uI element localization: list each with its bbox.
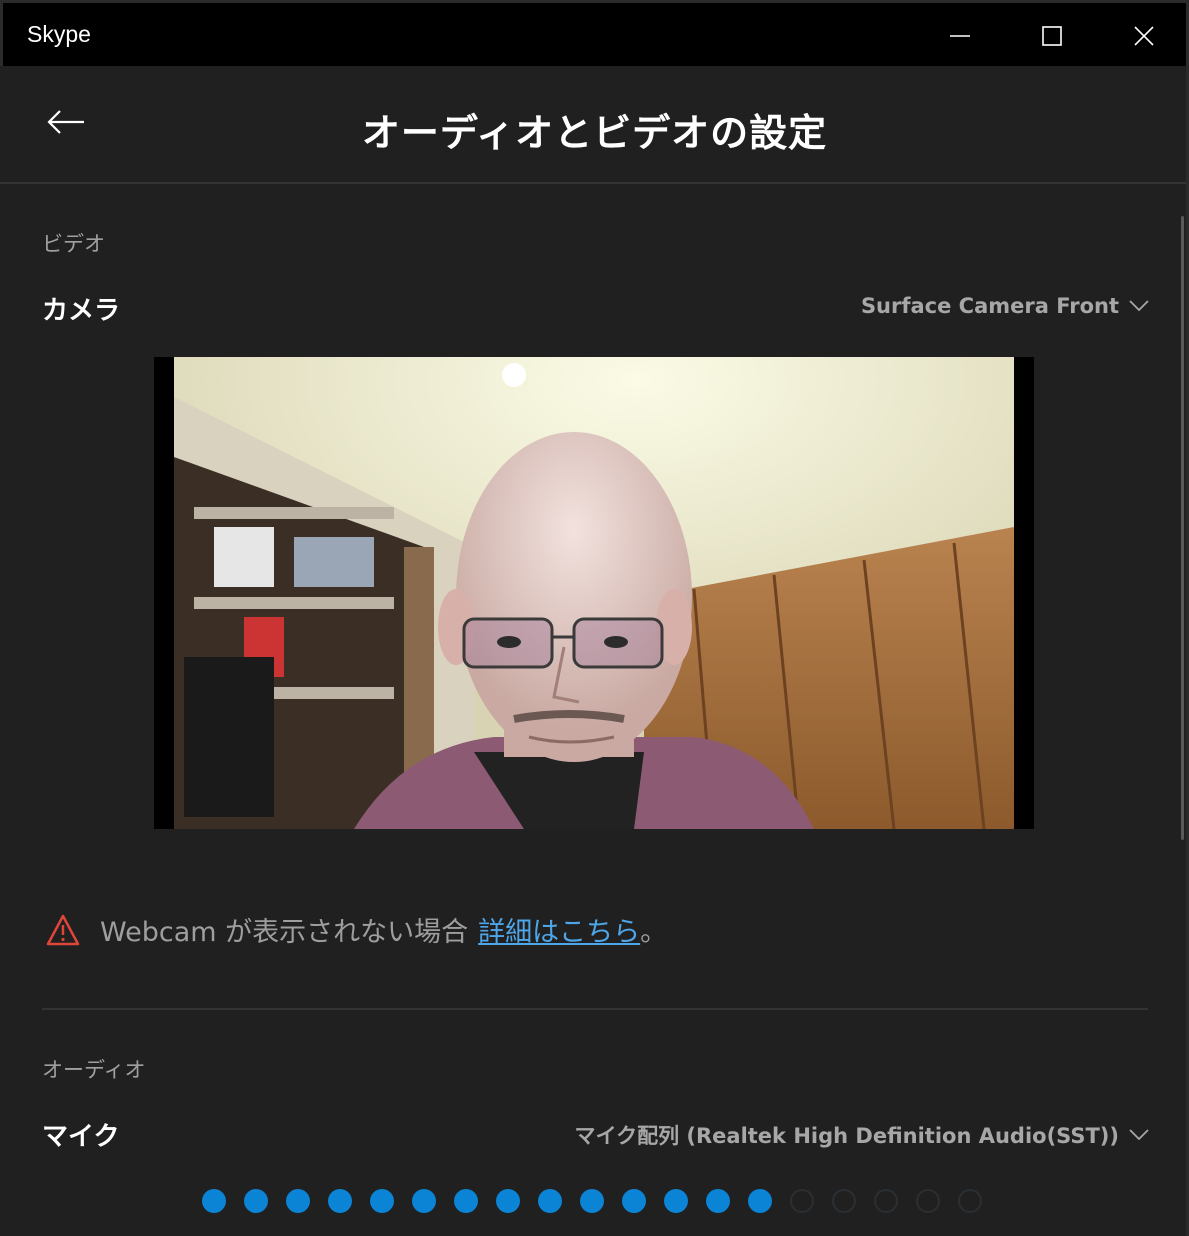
camera-label: カメラ xyxy=(42,296,121,326)
mic-level-dot xyxy=(412,1189,436,1213)
mic-level-dot xyxy=(496,1189,520,1213)
warning-text: Webcam が表示されない場合 xyxy=(100,917,469,948)
mic-level-dot xyxy=(874,1189,898,1213)
section-divider xyxy=(42,1008,1148,1010)
mic-dropdown[interactable]: マイク配列 (Realtek High Definition Audio(SST… xyxy=(575,1120,1150,1150)
mic-level-dot xyxy=(328,1189,352,1213)
scrollbar[interactable] xyxy=(1181,216,1184,840)
close-button[interactable] xyxy=(1098,3,1189,69)
mic-level-dot xyxy=(286,1189,310,1213)
mic-level-dot xyxy=(664,1189,688,1213)
camera-preview xyxy=(174,357,1014,829)
warning-suffix: 。 xyxy=(640,917,668,948)
mic-selected-value: マイク配列 (Realtek High Definition Audio(SST… xyxy=(574,1124,1120,1148)
warning-icon xyxy=(46,914,80,946)
mic-level-dot xyxy=(244,1189,268,1213)
camera-preview-frame xyxy=(154,357,1034,829)
maximize-button[interactable] xyxy=(1006,3,1098,69)
minimize-icon xyxy=(950,35,970,37)
skype-window: Skype オーディオとビデオの設定 ビデオ カメラ Surface Camer… xyxy=(0,0,1189,1236)
video-section-label: ビデオ xyxy=(42,232,105,256)
chevron-down-icon xyxy=(1129,1129,1149,1141)
mic-level-dot xyxy=(454,1189,478,1213)
mic-level-dot xyxy=(832,1189,856,1213)
mic-level-dot xyxy=(370,1189,394,1213)
app-title: Skype xyxy=(27,21,91,47)
webcam-warning: Webcam が表示されない場合 詳細はこちら 。 xyxy=(46,910,667,949)
mic-level-dot xyxy=(748,1189,772,1213)
settings-header: オーディオとビデオの設定 xyxy=(0,66,1189,184)
mic-level-dot xyxy=(202,1189,226,1213)
camera-selected-value: Surface Camera Front xyxy=(860,294,1119,318)
camera-dropdown[interactable]: Surface Camera Front xyxy=(861,294,1149,318)
audio-section-label: オーディオ xyxy=(42,1058,146,1082)
mic-level-dot xyxy=(958,1189,982,1213)
chevron-down-icon xyxy=(1129,300,1149,312)
mic-level-dot xyxy=(916,1189,940,1213)
mic-label: マイク xyxy=(42,1122,120,1152)
mic-level-dot xyxy=(538,1189,562,1213)
mic-level-dot xyxy=(580,1189,604,1213)
maximize-icon xyxy=(1042,26,1062,46)
learn-more-link[interactable]: 詳細はこちら xyxy=(478,910,640,949)
mic-level-dot xyxy=(706,1189,730,1213)
mic-level-dot xyxy=(790,1189,814,1213)
minimize-button[interactable] xyxy=(914,3,1006,69)
mic-level-dot xyxy=(622,1189,646,1213)
page-title: オーディオとビデオの設定 xyxy=(361,111,828,155)
close-icon xyxy=(1134,26,1154,46)
title-bar: Skype xyxy=(0,0,1189,66)
mic-level-meter xyxy=(202,1189,982,1213)
settings-content[interactable]: ビデオ カメラ Surface Camera Front Webcam が表示さ… xyxy=(0,186,1189,1236)
